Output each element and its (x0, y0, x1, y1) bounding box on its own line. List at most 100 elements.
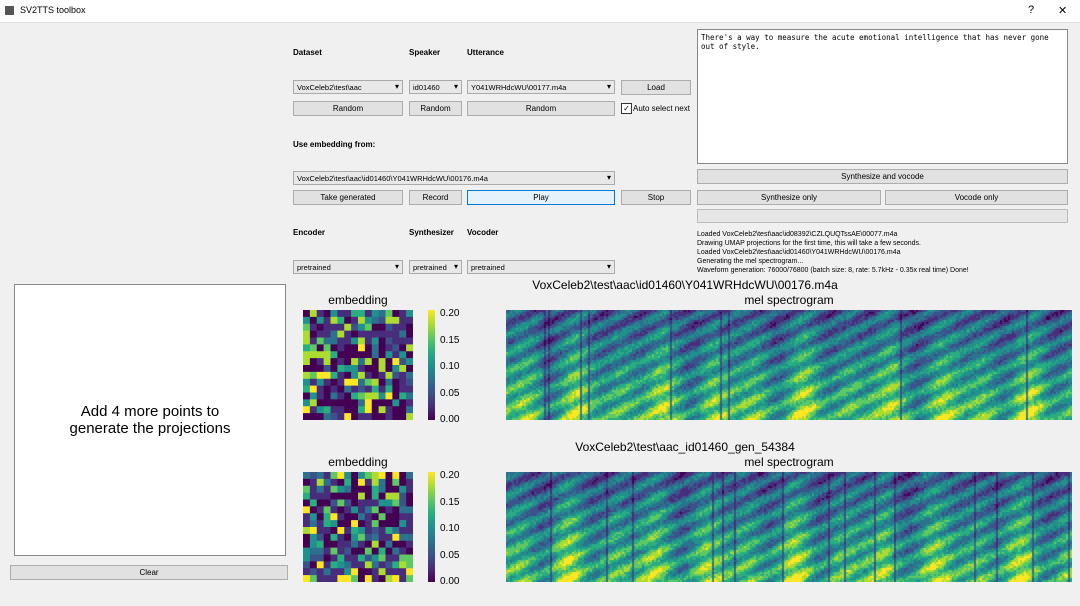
heatmap-cell (351, 337, 359, 345)
heatmap-cell (316, 323, 324, 331)
heatmap-cell (303, 533, 311, 542)
heatmap-cell (330, 344, 338, 352)
heatmap-cell (392, 575, 400, 582)
heatmap-cell (303, 527, 311, 535)
heatmap-cell (371, 554, 379, 562)
utterance-select[interactable]: Y041WRHdcWU\00177.m4a (467, 80, 615, 94)
heatmap-cell (344, 533, 352, 542)
heatmap-cell (303, 344, 311, 352)
heatmap-cell (358, 568, 366, 576)
heatmap-cell (385, 540, 393, 548)
heatmap-cell (371, 513, 379, 521)
heatmap-cell (378, 413, 386, 420)
text-input[interactable]: There's a way to measure the acute emoti… (697, 29, 1068, 164)
auto-select-label[interactable]: Auto select next (633, 104, 690, 113)
heatmap-cell (371, 371, 379, 380)
heatmap-cell (316, 547, 324, 555)
heatmap-cell (392, 478, 400, 487)
heatmap-cell (316, 533, 324, 542)
heatmap-cell (344, 378, 352, 386)
heatmap-cell (399, 385, 407, 393)
heatmap-cell (364, 378, 373, 386)
heatmap-cell (323, 310, 331, 318)
heatmap-cell (399, 527, 407, 535)
heatmap-cell (323, 385, 331, 393)
heatmap-cell (303, 506, 311, 514)
record-button[interactable]: Record (409, 190, 462, 205)
heatmap-cell (358, 527, 366, 535)
take-generated-button[interactable]: Take generated (293, 190, 403, 205)
heatmap-cell (330, 540, 338, 548)
heatmap-cell (399, 365, 407, 373)
load-button[interactable]: Load (621, 80, 691, 95)
heatmap-cell (371, 575, 379, 582)
heatmap-cell (378, 499, 386, 507)
random-speaker-button[interactable]: Random (409, 101, 462, 116)
heatmap-cell (385, 330, 393, 338)
heatmap-cell (378, 527, 386, 535)
heatmap-cell (358, 378, 366, 386)
play-button[interactable]: Play (467, 190, 615, 205)
heatmap-cell (309, 478, 318, 487)
speaker-select[interactable]: id01460 (409, 80, 462, 94)
heatmap-cell (323, 527, 331, 535)
synthesize-only-button[interactable]: Synthesize only (697, 190, 881, 205)
heatmap-cell (316, 371, 324, 380)
heatmap-cell (303, 520, 311, 528)
heatmap-cell (358, 540, 366, 548)
heatmap-cell (344, 540, 352, 548)
heatmap-cell (344, 310, 352, 318)
heatmap-cell (323, 499, 331, 507)
colorbar (428, 472, 435, 582)
heatmap-cell (323, 413, 331, 420)
heatmap-cell (385, 399, 393, 407)
heatmap-cell (309, 337, 318, 345)
close-button[interactable]: ✕ (1058, 4, 1067, 17)
encoder-select[interactable]: pretrained (293, 260, 403, 274)
heatmap-cell (392, 351, 400, 359)
vocoder-select[interactable]: pretrained (467, 260, 615, 274)
heatmap-cell (392, 533, 400, 542)
heatmap-cell (358, 344, 366, 352)
heatmap-cell (330, 492, 338, 500)
heatmap-cell (378, 520, 386, 528)
heatmap-cell (309, 485, 318, 493)
random-utterance-button[interactable]: Random (467, 101, 615, 116)
dataset-select[interactable]: VoxCeleb2\test\aac (293, 80, 403, 94)
utterance-label: Utterance (467, 48, 504, 57)
heatmap-cell (330, 365, 338, 373)
heatmap-cell (399, 358, 407, 366)
heatmap-cell (344, 492, 352, 500)
heatmap-cell (385, 344, 393, 352)
heatmap-cell (316, 330, 324, 338)
colorbar-tick: 0.15 (440, 496, 460, 508)
stop-button[interactable]: Stop (621, 190, 691, 205)
heatmap-cell (316, 316, 324, 325)
synthesizer-select[interactable]: pretrained (409, 260, 462, 274)
heatmap-cell (323, 554, 331, 562)
heatmap-cell (309, 399, 318, 407)
auto-select-checkbox[interactable]: ✓ (621, 103, 632, 114)
colorbar-tick: 0.10 (440, 523, 460, 534)
heatmap-cell (378, 561, 386, 569)
synthesize-vocode-button[interactable]: Synthesize and vocode (697, 169, 1068, 184)
heatmap-cell (330, 547, 338, 555)
heatmap-cell (344, 547, 352, 555)
embedding-select[interactable]: VoxCeleb2\test\aac\id01460\Y041WRHdcWU\0… (293, 171, 615, 185)
heatmap-cell (378, 344, 386, 352)
heatmap-cell (371, 358, 379, 366)
heatmap-cell (364, 554, 373, 562)
embedding-heatmap (303, 472, 413, 582)
random-dataset-button[interactable]: Random (293, 101, 403, 116)
heatmap-cell (337, 575, 345, 582)
heatmap-cell (309, 561, 318, 569)
heatmap-cell (344, 485, 352, 493)
heatmap-cell (337, 547, 345, 555)
heatmap-cell (406, 413, 413, 420)
heatmap-cell (364, 358, 373, 366)
heatmap-cell (309, 506, 318, 514)
help-button[interactable]: ? (1028, 4, 1034, 16)
vocode-only-button[interactable]: Vocode only (885, 190, 1068, 205)
heatmap-cell (364, 513, 373, 521)
clear-button[interactable]: Clear (10, 565, 288, 580)
